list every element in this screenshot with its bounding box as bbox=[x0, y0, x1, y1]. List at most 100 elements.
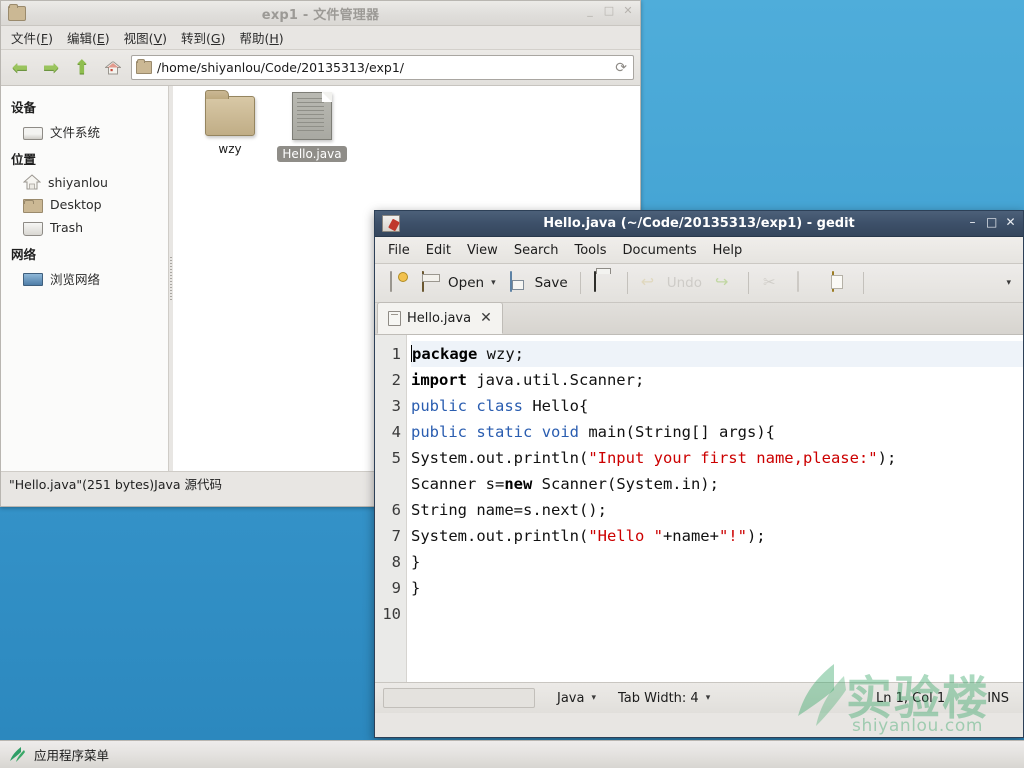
minimize-icon[interactable]: – bbox=[967, 216, 978, 228]
sidebar-item-label: shiyanlou bbox=[48, 174, 108, 190]
file-manager-titlebar[interactable]: exp1 - 文件管理器 _ □ ✕ bbox=[1, 1, 640, 26]
forward-button[interactable]: ➡ bbox=[38, 56, 64, 80]
folder-icon bbox=[8, 3, 26, 21]
language-label: Java bbox=[557, 690, 585, 706]
menu-view[interactable]: View bbox=[460, 240, 505, 261]
gedit-editor[interactable]: 1 2 3 4 5 6 7 8 9 10 package wzy; import java.uti… bbox=[375, 335, 1023, 682]
save-button[interactable]: Save bbox=[503, 269, 573, 297]
splitter-grip bbox=[170, 256, 172, 301]
close-icon[interactable]: ✕ bbox=[480, 311, 492, 325]
tab-hello-java[interactable]: Hello.java ✕ bbox=[377, 302, 503, 334]
back-arrow-icon: ⬅ bbox=[12, 56, 28, 78]
redo-button[interactable]: ↪ bbox=[709, 269, 741, 297]
path-entry[interactable]: /home/shiyanlou/Code/20135313/exp1/ ⟳ bbox=[131, 55, 634, 80]
gedit-tabbar[interactable]: Hello.java ✕ bbox=[375, 302, 1023, 335]
cut-button[interactable]: ✂ bbox=[756, 269, 788, 297]
line-number: 2 bbox=[391, 371, 401, 389]
sidebar-item-trash[interactable]: Trash bbox=[1, 216, 168, 239]
menu-file[interactable]: 文件(F) bbox=[5, 26, 59, 49]
file-manager-window-buttons[interactable]: _ □ ✕ bbox=[584, 5, 634, 17]
minimize-icon[interactable]: _ bbox=[584, 5, 596, 17]
up-button[interactable]: ⬆ bbox=[69, 56, 95, 80]
undo-label: Undo bbox=[666, 275, 703, 291]
print-icon bbox=[593, 271, 596, 292]
insert-mode-indicator: INS bbox=[987, 690, 1009, 706]
maximize-icon[interactable]: □ bbox=[986, 216, 997, 228]
status-message-box bbox=[383, 688, 535, 708]
menu-go[interactable]: 转到(G) bbox=[175, 26, 231, 49]
menu-tools[interactable]: Tools bbox=[567, 240, 613, 261]
gedit-window[interactable]: Hello.java (~/Code/20135313/exp1) - gedi… bbox=[374, 210, 1024, 738]
close-icon[interactable]: ✕ bbox=[622, 5, 634, 17]
close-icon[interactable]: ✕ bbox=[1005, 216, 1016, 228]
copy-button[interactable] bbox=[790, 269, 822, 297]
gedit-toolbar[interactable]: Open ▾ Save ↩ Undo ↪ ✂ ▾ bbox=[375, 264, 1023, 303]
home-icon bbox=[22, 174, 42, 190]
menu-help[interactable]: 帮助(H) bbox=[233, 26, 289, 49]
document-lines bbox=[297, 98, 324, 134]
up-arrow-icon: ⬆ bbox=[74, 56, 90, 78]
menu-documents[interactable]: Documents bbox=[616, 240, 704, 261]
line-number: 5 bbox=[391, 449, 401, 467]
menu-search[interactable]: Search bbox=[507, 240, 566, 261]
paste-button[interactable] bbox=[824, 269, 856, 297]
status-right-group: Ln 1, Col 1 INS bbox=[876, 691, 1015, 706]
maximize-icon[interactable]: □ bbox=[603, 5, 615, 17]
document-icon bbox=[292, 92, 332, 140]
new-document-button[interactable] bbox=[382, 269, 414, 297]
menu-edit[interactable]: 编辑(E) bbox=[61, 26, 116, 49]
code-line: System.out.println("Input your first nam… bbox=[411, 449, 897, 467]
cursor-position: Ln 1, Col 1 bbox=[875, 690, 946, 706]
reload-icon[interactable]: ⟳ bbox=[615, 60, 629, 76]
file-item-label: Hello.java bbox=[277, 146, 347, 162]
chevron-down-icon[interactable]: ▾ bbox=[706, 693, 711, 703]
open-label: Open bbox=[448, 275, 485, 291]
gedit-titlebar[interactable]: Hello.java (~/Code/20135313/exp1) - gedi… bbox=[375, 211, 1023, 237]
undo-button[interactable]: ↩ Undo bbox=[635, 269, 707, 297]
print-button[interactable] bbox=[588, 269, 620, 297]
gedit-window-buttons[interactable]: – □ ✕ bbox=[967, 216, 1016, 228]
toolbar-overflow-button[interactable]: ▾ bbox=[999, 275, 1016, 291]
home-button[interactable] bbox=[100, 56, 126, 80]
line-number: 8 bbox=[391, 553, 401, 571]
menu-file[interactable]: File bbox=[381, 240, 417, 261]
code-line: Scanner s=new Scanner(System.in); bbox=[411, 475, 719, 493]
menu-help[interactable]: Help bbox=[706, 240, 750, 261]
file-manager-menubar[interactable]: 文件(F) 编辑(E) 视图(V) 转到(G) 帮助(H) bbox=[1, 26, 640, 50]
taskbar[interactable]: 应用程序菜单 bbox=[0, 740, 1024, 768]
file-manager-sidebar[interactable]: 设备 文件系统 位置 shiyanlou Desktop Trash 网络 浏览… bbox=[1, 86, 169, 471]
open-button[interactable]: Open ▾ bbox=[416, 269, 501, 297]
cut-icon: ✂ bbox=[763, 273, 776, 291]
gedit-menubar[interactable]: File Edit View Search Tools Documents He… bbox=[375, 237, 1023, 264]
sidebar-group-devices: 设备 bbox=[11, 100, 37, 115]
new-document-icon bbox=[390, 271, 392, 292]
code-line: String name=s.next(); bbox=[411, 501, 607, 519]
sidebar-item-filesystem[interactable]: 文件系统 bbox=[1, 119, 168, 144]
folder-icon bbox=[23, 199, 43, 213]
language-selector[interactable]: Java ▾ bbox=[557, 691, 596, 706]
sidebar-item-shiyanlou[interactable]: shiyanlou bbox=[1, 171, 168, 193]
line-number: 7 bbox=[391, 527, 401, 545]
line-number: 6 bbox=[391, 501, 401, 519]
tab-label: Hello.java bbox=[407, 310, 472, 326]
menu-edit[interactable]: Edit bbox=[419, 240, 458, 261]
chevron-down-icon[interactable]: ▾ bbox=[491, 278, 496, 288]
line-number: 1 bbox=[391, 345, 401, 363]
menu-view[interactable]: 视图(V) bbox=[118, 26, 173, 49]
toolbar-separator bbox=[579, 272, 581, 294]
file-manager-toolbar[interactable]: ⬅ ➡ ⬆ /home/shiyanlou/Code/20135313/exp1… bbox=[1, 50, 640, 86]
code-line: } bbox=[411, 553, 421, 571]
file-item-document[interactable]: Hello.java bbox=[269, 92, 355, 162]
chevron-down-icon[interactable]: ▾ bbox=[591, 693, 596, 703]
forward-arrow-icon: ➡ bbox=[43, 56, 59, 78]
sidebar-item-desktop[interactable]: Desktop bbox=[1, 193, 168, 216]
chevron-down-icon[interactable]: ▾ bbox=[1006, 278, 1011, 288]
sidebar-item-browse-network[interactable]: 浏览网络 bbox=[1, 266, 168, 291]
code-area[interactable]: package wzy; import java.util.Scanner; pub… bbox=[407, 335, 1023, 682]
back-button[interactable]: ⬅ bbox=[7, 56, 33, 80]
file-item-folder[interactable]: wzy bbox=[187, 90, 273, 157]
save-icon bbox=[509, 271, 512, 292]
code-line: } bbox=[411, 579, 421, 597]
tab-width-selector[interactable]: Tab Width: 4 ▾ bbox=[618, 691, 710, 706]
application-menu-button[interactable]: 应用程序菜单 bbox=[0, 745, 119, 764]
